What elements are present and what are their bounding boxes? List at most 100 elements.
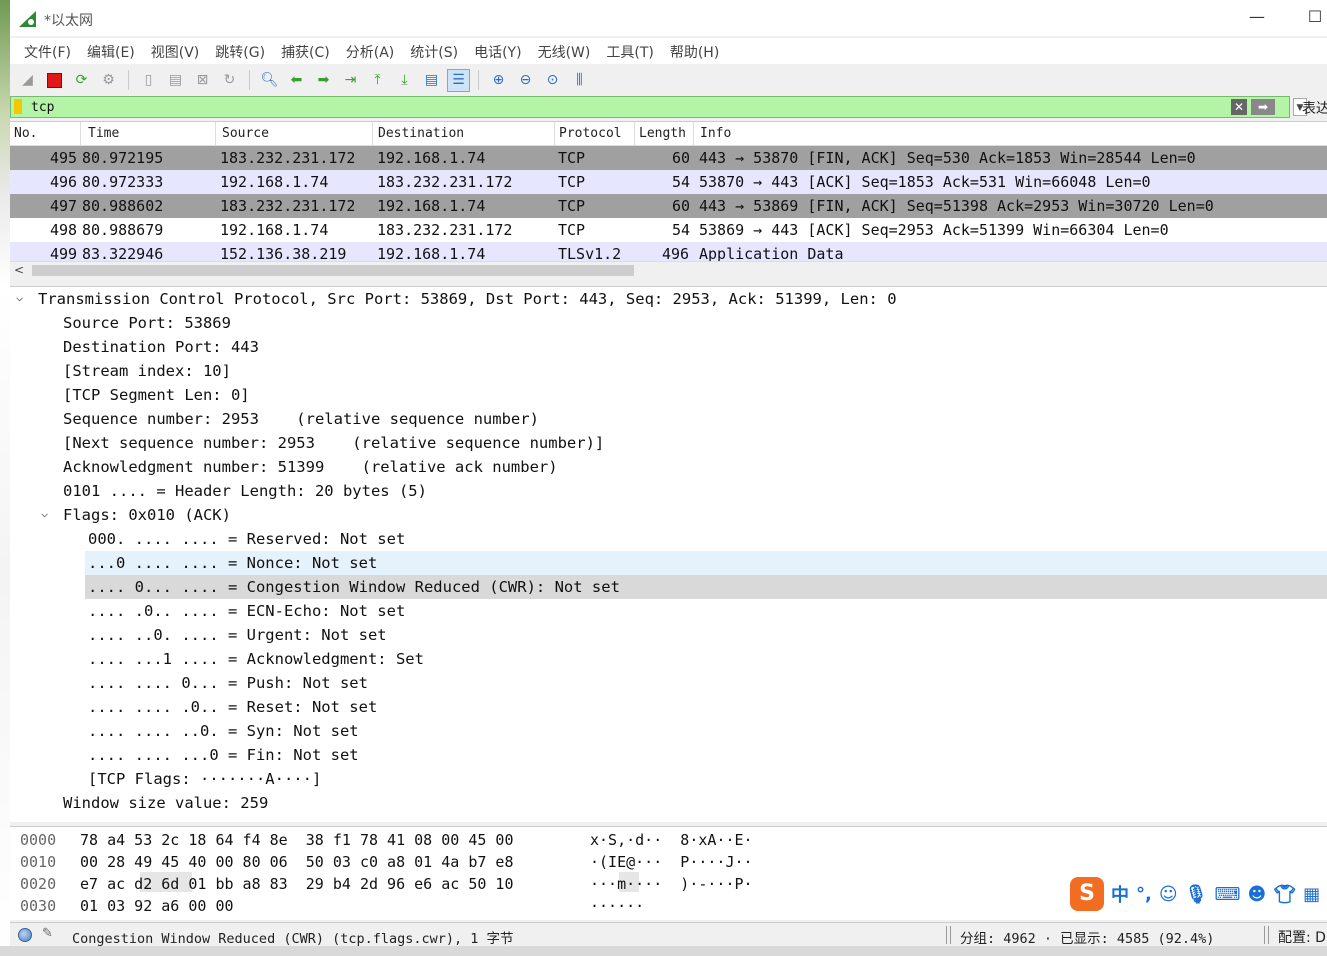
skin-shirt-icon[interactable]: 👕︎ — [1273, 884, 1296, 905]
reload-file-icon[interactable]: ↻ — [218, 69, 241, 92]
scroll-left-chevron-icon[interactable]: < — [14, 263, 24, 277]
save-file-icon[interactable]: ▤ — [164, 69, 187, 92]
detail-tree-item[interactable]: [TCP Segment Len: 0] — [10, 383, 1327, 407]
column-divider[interactable] — [554, 122, 555, 146]
detail-tree-item[interactable]: .... .... ...0 = Fin: Not set — [10, 743, 1327, 767]
punctuation-icon[interactable]: °, — [1136, 884, 1152, 905]
detail-tree-item[interactable]: 0101 .... = Header Length: 20 bytes (5) — [10, 479, 1327, 503]
menu-item[interactable]: 视图(V) — [143, 38, 208, 64]
clear-filter-icon[interactable]: ✕ — [1231, 99, 1247, 115]
ime-logo-icon[interactable]: S — [1070, 877, 1104, 911]
close-file-icon[interactable]: ⊠ — [191, 69, 214, 92]
minimize-button[interactable]: — — [1246, 6, 1268, 28]
detail-tree-item[interactable]: .... .... ..0. = Syn: Not set — [10, 719, 1327, 743]
column-divider[interactable] — [634, 122, 635, 146]
user-icon[interactable]: ☻ — [1247, 884, 1266, 905]
go-back-arrow-icon[interactable]: ⬅ — [285, 69, 308, 92]
open-file-icon[interactable]: ▯ — [137, 69, 160, 92]
menu-item[interactable]: 分析(A) — [338, 38, 403, 64]
column-divider[interactable] — [80, 122, 81, 146]
packet-list-horizontal-scrollbar[interactable]: < — [10, 261, 1327, 277]
column-header-destination[interactable]: Destination — [378, 126, 464, 141]
detail-tree-item[interactable]: Window size value: 259 — [10, 791, 1327, 815]
menu-item[interactable]: 帮助(H) — [662, 38, 727, 64]
first-packet-icon[interactable]: ⤒ — [366, 69, 389, 92]
detail-tree-item[interactable]: Source Port: 53869 — [10, 311, 1327, 335]
capture-comment-icon[interactable]: ✎ — [42, 926, 56, 941]
profile-status[interactable]: 配置: D — [1278, 927, 1326, 947]
bytes-row[interactable]: 0010 00 28 49 45 40 00 80 06 50 03 c0 a8 … — [10, 851, 1327, 873]
menu-item[interactable]: 编辑(E) — [79, 38, 143, 64]
expression-button[interactable]: 表达式… — [1302, 98, 1327, 118]
go-to-packet-icon[interactable]: ⇥ — [339, 69, 362, 92]
menu-item[interactable]: 无线(W) — [530, 38, 599, 64]
apply-filter-arrow-icon[interactable]: ➡ — [1251, 99, 1275, 115]
detail-tree-item[interactable]: .... 0... .... = Congestion Window Reduc… — [85, 575, 1327, 599]
capture-options-gear-icon[interactable]: ⚙ — [97, 69, 120, 92]
zoom-in-icon[interactable]: ⊕ — [487, 69, 510, 92]
auto-scroll-icon[interactable]: ▤ — [420, 69, 443, 92]
start-capture-fin-icon[interactable]: ◢ — [16, 69, 39, 92]
last-packet-icon[interactable]: ⤓ — [393, 69, 416, 92]
detail-tree-label: .... .... 0... = Push: Not set — [88, 674, 368, 692]
resize-columns-icon[interactable]: ⫼ — [568, 69, 591, 92]
expand-chevron-down-icon[interactable]: ⌵ — [16, 287, 23, 309]
column-header-protocol[interactable]: Protocol — [559, 126, 622, 141]
detail-tree-item[interactable]: Acknowledgment number: 51399 (relative a… — [10, 455, 1327, 479]
column-header-no[interactable]: No. — [14, 126, 37, 141]
maximize-button[interactable]: ☐ — [1304, 6, 1326, 28]
detail-tree-item[interactable]: ⌵ Transmission Control Protocol, Src Port… — [10, 287, 1327, 311]
detail-tree-item[interactable]: .... .... 0... = Push: Not set — [10, 671, 1327, 695]
zoom-out-icon[interactable]: ⊖ — [514, 69, 537, 92]
detail-tree-item[interactable]: ⌵ Flags: 0x010 (ACK) — [10, 503, 1327, 527]
detail-tree-item[interactable]: .... ...1 .... = Acknowledgment: Set — [10, 647, 1327, 671]
detail-tree-item[interactable]: [Next sequence number: 2953 (relative se… — [10, 431, 1327, 455]
menu-item[interactable]: 电话(Y) — [466, 38, 529, 64]
cell-time: 80.988679 — [82, 221, 164, 239]
packet-row[interactable]: 498 80.988679 192.168.1.74 183.232.231.1… — [10, 218, 1327, 242]
detail-tree-item[interactable]: [TCP Flags: ·······A····] — [10, 767, 1327, 791]
bytes-row[interactable]: 0000 78 a4 53 2c 18 64 f4 8e 38 f1 78 41 … — [10, 829, 1327, 851]
menu-item[interactable]: 捕获(C) — [273, 38, 338, 64]
scrollbar-thumb[interactable] — [32, 265, 634, 276]
detail-tree-label: [TCP Flags: ·······A····] — [88, 770, 322, 788]
column-header-info[interactable]: Info — [700, 126, 731, 141]
detail-tree-item[interactable]: Destination Port: 443 — [10, 335, 1327, 359]
menu-item[interactable]: 文件(F) — [16, 38, 79, 64]
detail-tree-item[interactable]: [Stream index: 10] — [10, 359, 1327, 383]
packet-row[interactable]: 496 80.972333 192.168.1.74 183.232.231.1… — [10, 170, 1327, 194]
stop-capture-icon[interactable] — [43, 69, 66, 92]
detail-tree-item[interactable]: .... ..0. .... = Urgent: Not set — [10, 623, 1327, 647]
filter-bookmark-icon[interactable] — [14, 99, 22, 114]
detail-tree-item[interactable]: Sequence number: 2953 (relative sequence… — [10, 407, 1327, 431]
column-divider[interactable] — [693, 122, 694, 146]
column-divider[interactable] — [215, 122, 216, 146]
colorize-icon[interactable]: ☰ — [447, 68, 470, 92]
menu-item[interactable]: 工具(T) — [598, 38, 661, 64]
detail-tree-item[interactable]: .... .0.. .... = ECN-Echo: Not set — [10, 599, 1327, 623]
detail-tree-item[interactable]: .... .... .0.. = Reset: Not set — [10, 695, 1327, 719]
microphone-icon[interactable]: 🎙︎ — [1185, 884, 1208, 905]
restart-capture-icon[interactable]: ⟳ — [70, 69, 93, 92]
packet-row[interactable]: 495 80.972195 183.232.231.172 192.168.1.… — [10, 146, 1327, 170]
menu-item[interactable]: 跳转(G) — [207, 38, 273, 64]
column-divider[interactable] — [372, 122, 373, 146]
packet-row[interactable]: 497 80.988602 183.232.231.172 192.168.1.… — [10, 194, 1327, 218]
detail-tree-item[interactable]: ...0 .... .... = Nonce: Not set — [85, 551, 1327, 575]
expand-chevron-down-icon[interactable]: ⌵ — [41, 501, 48, 525]
zoom-reset-icon[interactable]: ⊙ — [541, 69, 564, 92]
column-header-time[interactable]: Time — [88, 126, 119, 141]
menu-item[interactable]: 统计(S) — [402, 38, 466, 64]
emoji-icon[interactable]: ☺ — [1159, 884, 1178, 905]
go-forward-arrow-icon[interactable]: ➡ — [312, 69, 335, 92]
ime-mode-chinese[interactable]: 中 — [1111, 881, 1129, 907]
toolbox-grid-icon[interactable]: ▦ — [1303, 884, 1320, 905]
find-packet-search-icon[interactable]: 🔍︎ — [258, 69, 281, 92]
display-filter-input[interactable] — [31, 98, 1221, 116]
expert-info-icon[interactable] — [18, 928, 32, 942]
column-header-source[interactable]: Source — [222, 126, 269, 141]
detail-tree-label: .... ...1 .... = Acknowledgment: Set — [88, 650, 424, 668]
column-header-length[interactable]: Length — [639, 126, 686, 141]
detail-tree-item[interactable]: 000. .... .... = Reserved: Not set — [10, 527, 1327, 551]
keyboard-icon[interactable]: ⌨ — [1214, 884, 1240, 905]
